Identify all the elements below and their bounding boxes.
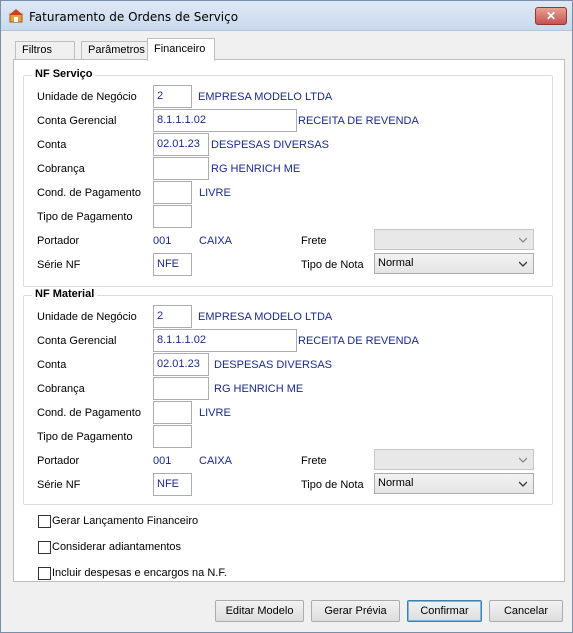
material-unidade-name: EMPRESA MODELO LTDA (198, 311, 333, 323)
close-button[interactable]: ✕ (535, 7, 567, 25)
tipo-pagamento-label: Tipo de Pagamento (37, 431, 133, 443)
servico-tipo-nota-value: Normal (378, 257, 414, 269)
material-tipo-nota-value: Normal (378, 477, 414, 489)
frete-label: Frete (301, 455, 327, 467)
tipo-pagamento-label: Tipo de Pagamento (37, 211, 133, 223)
servico-conta-input[interactable]: 02.01.23 (153, 133, 209, 156)
material-serie-input[interactable]: NFE (153, 473, 192, 496)
servico-unidade-name: EMPRESA MODELO LTDA (198, 91, 333, 103)
gerar-previa-button[interactable]: Gerar Prévia (311, 600, 400, 622)
servico-portador-name: CAIXA (199, 235, 233, 247)
chevron-down-icon (519, 457, 527, 463)
nf-material-title: NF Material (32, 288, 98, 300)
unidade-label: Unidade de Negócio (37, 311, 137, 323)
unidade-label: Unidade de Negócio (37, 91, 137, 103)
material-tipo-nota-select[interactable]: Normal (374, 473, 534, 494)
material-tipo-pagamento-input[interactable] (153, 425, 192, 448)
chevron-down-icon (519, 237, 527, 243)
editar-modelo-button[interactable]: Editar Modelo (215, 600, 304, 622)
servico-tipo-pagamento-input[interactable] (153, 205, 192, 228)
financeiro-panel: NF Serviço Unidade de Negócio 2 EMPRESA … (13, 59, 565, 582)
frete-label: Frete (301, 235, 327, 247)
tipo-nota-label: Tipo de Nota (301, 479, 364, 491)
material-frete-select[interactable] (374, 449, 534, 470)
cond-pagamento-label: Cond. de Pagamento (37, 187, 141, 199)
servico-portador-code: 001 (153, 235, 172, 247)
cond-pagamento-label: Cond. de Pagamento (37, 407, 141, 419)
tab-parametros[interactable]: Parâmetros (81, 41, 149, 60)
material-conta-input[interactable]: 02.01.23 (153, 353, 209, 376)
servico-cond-pagamento-input[interactable] (153, 181, 192, 204)
material-cond-pagamento-name: LIVRE (199, 407, 231, 419)
conta-gerencial-label: Conta Gerencial (37, 335, 117, 347)
servico-serie-input[interactable]: NFE (153, 253, 192, 276)
material-portador-code: 001 (153, 455, 172, 467)
cancelar-button[interactable]: Cancelar (489, 600, 563, 622)
servico-conta-name: DESPESAS DIVERSAS (211, 139, 329, 151)
dialog-window: Faturamento de Ordens de Serviço ✕ Filtr… (0, 0, 573, 633)
conta-gerencial-label: Conta Gerencial (37, 115, 117, 127)
servico-cobranca-input[interactable] (153, 157, 209, 180)
material-cobranca-input[interactable] (153, 377, 209, 400)
material-conta-name: DESPESAS DIVERSAS (214, 359, 332, 371)
material-cobranca-name: RG HENRICH ME (214, 383, 304, 395)
incluir-despesas-checkbox[interactable] (38, 567, 51, 580)
conta-label: Conta (37, 139, 67, 151)
close-icon: ✕ (545, 9, 557, 23)
chevron-down-icon (519, 261, 527, 267)
considerar-adiantamentos-label[interactable]: Considerar adiantamentos (52, 541, 181, 553)
material-conta-gerencial-name: RECEITA DE REVENDA (298, 335, 419, 347)
portador-label: Portador (37, 235, 80, 247)
title-bar[interactable]: Faturamento de Ordens de Serviço ✕ (1, 1, 572, 31)
nf-material-group: NF Material Unidade de Negócio 2 EMPRESA… (23, 288, 553, 505)
dialog-client: Filtros Parâmetros Financeiro NF Serviço… (7, 35, 568, 628)
servico-cobranca-name: RG HENRICH ME (211, 163, 301, 175)
tipo-nota-label: Tipo de Nota (301, 259, 364, 271)
servico-unidade-input[interactable]: 2 (153, 85, 192, 108)
serie-label: Série NF (37, 259, 81, 271)
cobranca-label: Cobrança (37, 163, 85, 175)
material-conta-gerencial-input[interactable]: 8.1.1.1.02 (153, 329, 297, 352)
app-icon (9, 9, 23, 23)
servico-conta-gerencial-name: RECEITA DE REVENDA (298, 115, 419, 127)
incluir-despesas-label[interactable]: Incluir despesas e encargos na N.F. (52, 567, 227, 579)
servico-cond-pagamento-name: LIVRE (199, 187, 231, 199)
servico-conta-gerencial-input[interactable]: 8.1.1.1.02 (153, 109, 297, 132)
window-title: Faturamento de Ordens de Serviço (29, 10, 239, 24)
serie-label: Série NF (37, 479, 81, 491)
portador-label: Portador (37, 455, 80, 467)
conta-label: Conta (37, 359, 67, 371)
confirmar-button[interactable]: Confirmar (407, 600, 482, 622)
tab-filtros[interactable]: Filtros (15, 41, 75, 60)
nf-servico-title: NF Serviço (32, 68, 96, 80)
tab-financeiro[interactable]: Financeiro (147, 38, 215, 61)
material-cond-pagamento-input[interactable] (153, 401, 192, 424)
material-unidade-input[interactable]: 2 (153, 305, 192, 328)
cobranca-label: Cobrança (37, 383, 85, 395)
servico-tipo-nota-select[interactable]: Normal (374, 253, 534, 274)
nf-servico-group: NF Serviço Unidade de Negócio 2 EMPRESA … (23, 68, 553, 287)
chevron-down-icon (519, 481, 527, 487)
considerar-adiantamentos-checkbox[interactable] (38, 541, 51, 554)
servico-frete-select[interactable] (374, 229, 534, 250)
gerar-lancamento-checkbox[interactable] (38, 515, 51, 528)
material-portador-name: CAIXA (199, 455, 233, 467)
gerar-lancamento-label[interactable]: Gerar Lançamento Financeiro (52, 515, 198, 527)
